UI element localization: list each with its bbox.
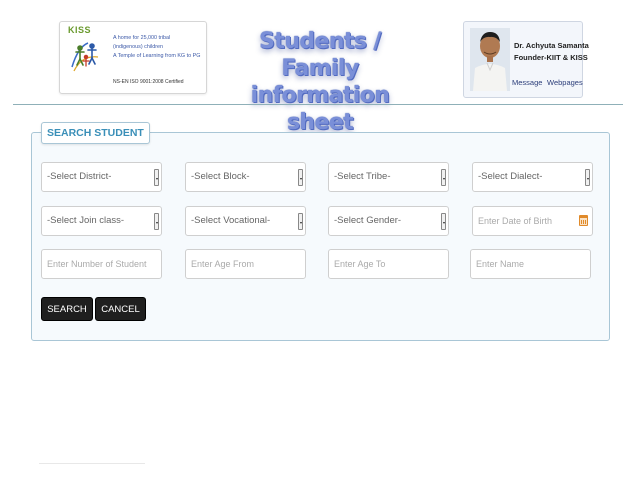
student-number-field[interactable]: Enter Number of Student [41,249,162,279]
gender-select[interactable]: -Select Gender- [328,206,449,236]
date-of-birth-placeholder: Enter Date of Birth [478,216,553,226]
dialect-select[interactable]: -Select Dialect- [472,162,593,192]
founder-profile-card: Dr. Achyuta Samanta Founder-KIIT & KISS … [463,21,589,98]
chevron-down-icon [154,213,159,230]
founder-name: Dr. Achyuta Samanta [514,41,589,50]
vocational-select[interactable]: -Select Vocational- [185,206,306,236]
age-to-field[interactable]: Enter Age To [328,249,449,279]
logo-tagline-3: A Temple of Learning from KG to PG [113,53,201,59]
student-number-placeholder: Enter Number of Student [47,259,147,269]
chevron-down-icon [154,169,159,186]
logo-tagline-2: (indigenous) children [113,44,164,50]
kiss-logo[interactable]: KISS A home for 25,000 tribal (indigenou… [59,21,207,94]
chevron-down-icon [585,169,590,186]
district-select[interactable]: -Select District- [41,162,162,192]
date-of-birth-field[interactable]: Enter Date of Birth [472,206,593,236]
search-panel-legend: SEARCH STUDENT [41,122,150,144]
webpages-link[interactable]: Webpages [547,78,583,87]
calendar-icon[interactable] [579,215,588,226]
founder-photo [470,28,510,91]
logo-brand: KISS [68,25,92,35]
chevron-down-icon [298,169,303,186]
age-to-placeholder: Enter Age To [334,259,386,269]
page-title: Students / Family information sheet [232,28,408,136]
message-link[interactable]: Message [512,78,542,87]
district-select-value: -Select District- [47,171,112,182]
kiss-logo-icon [71,42,99,72]
age-from-placeholder: Enter Age From [191,259,255,269]
dialect-select-value: -Select Dialect- [478,171,543,182]
join-class-select[interactable]: -Select Join class- [41,206,162,236]
page-title-line-1: Students / Family [259,29,381,81]
block-select-value: -Select Block- [191,171,250,182]
footer-divider [39,463,145,464]
join-class-select-value: -Select Join class- [47,215,125,226]
founder-title: Founder-KIIT & KISS [514,53,588,62]
tribe-select[interactable]: -Select Tribe- [328,162,449,192]
block-select[interactable]: -Select Block- [185,162,306,192]
age-from-field[interactable]: Enter Age From [185,249,306,279]
page-title-line-2: information sheet [250,83,390,135]
vocational-select-value: -Select Vocational- [191,215,271,226]
logo-tagline-1: A home for 25,000 tribal [113,35,171,41]
chevron-down-icon [298,213,303,230]
chevron-down-icon [441,169,446,186]
name-placeholder: Enter Name [476,259,525,269]
logo-certification: NS-EN ISO 9001:2008 Certified [113,79,184,85]
cancel-button[interactable]: CANCEL [95,297,146,321]
header-divider [13,104,623,105]
gender-select-value: -Select Gender- [334,215,402,226]
name-field[interactable]: Enter Name [470,249,591,279]
chevron-down-icon [441,213,446,230]
search-button[interactable]: SEARCH [41,297,93,321]
header: KISS A home for 25,000 tribal (indigenou… [0,0,640,135]
tribe-select-value: -Select Tribe- [334,171,391,182]
